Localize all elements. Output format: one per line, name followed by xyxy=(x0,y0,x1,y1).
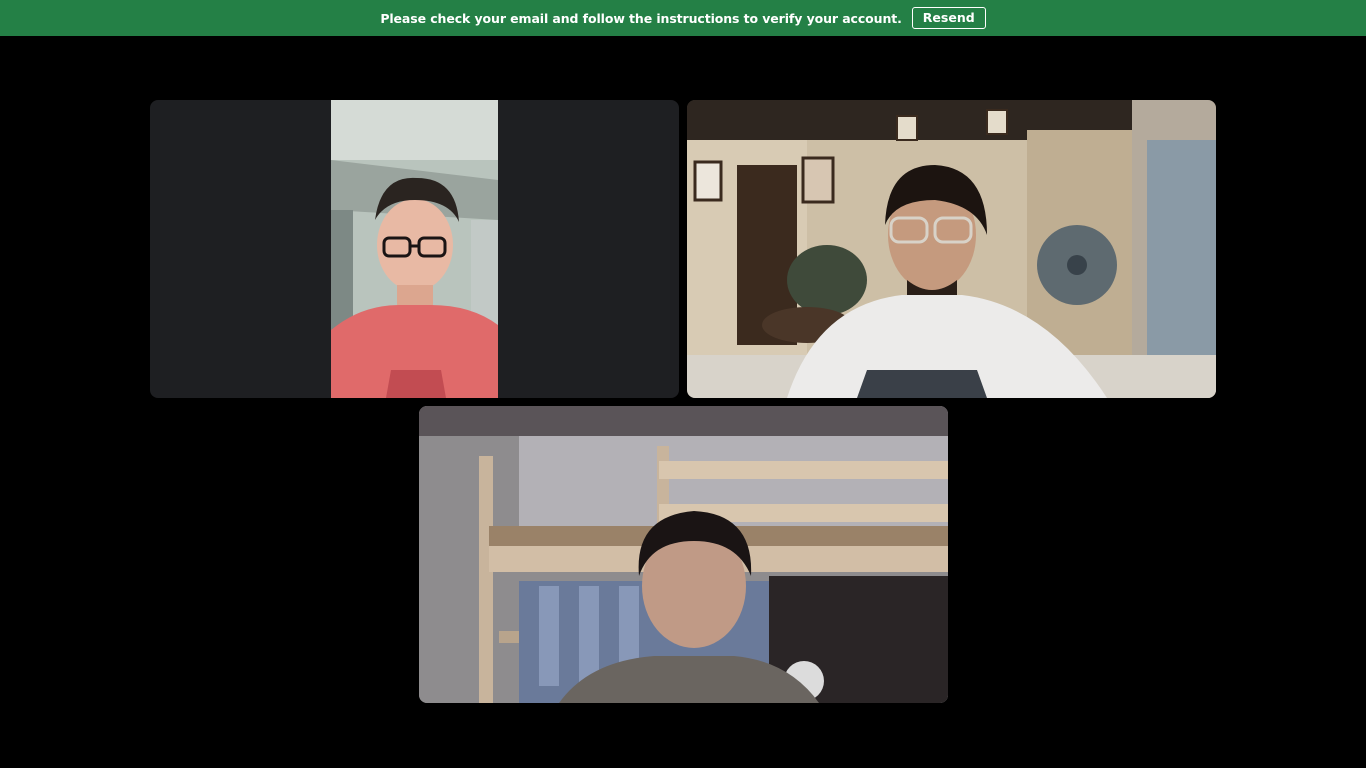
participant-3-video xyxy=(419,406,948,703)
participant-2-video xyxy=(687,100,1216,398)
participant-1-video xyxy=(331,100,498,398)
verification-banner: Please check your email and follow the i… xyxy=(0,0,1366,36)
resend-button[interactable]: Resend xyxy=(911,7,986,29)
verification-message: Please check your email and follow the i… xyxy=(380,10,902,26)
video-tile-participant-3[interactable] xyxy=(419,406,948,703)
video-tile-participant-1[interactable] xyxy=(150,100,679,398)
video-tile-participant-2[interactable] xyxy=(687,100,1216,398)
